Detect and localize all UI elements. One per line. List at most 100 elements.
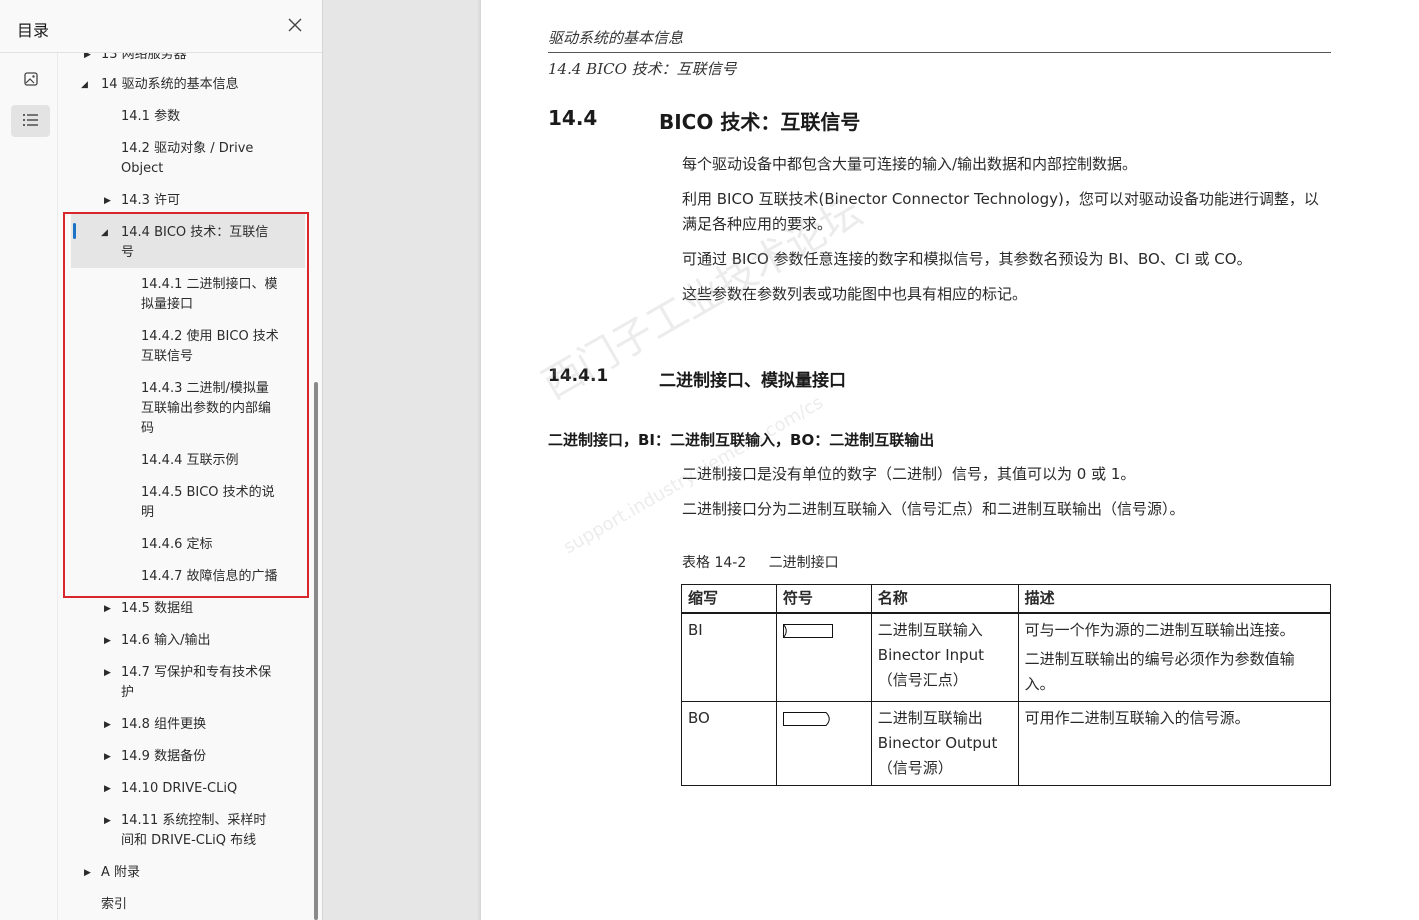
toc-item-label: 互联信号 — [141, 349, 194, 364]
name-line: （信号汇点） — [877, 670, 968, 689]
toc-item-label: 14.4.1 二进制接口、模 — [141, 277, 278, 292]
toc-item-14-5[interactable]: 14.5 数据组 — [121, 599, 193, 619]
table-caption-title: 二进制接口 — [768, 555, 839, 571]
intro-paragraph: 可通过 BICO 参数任意连接的数字和模拟信号，其参数名预设为 BI、BO、CI… — [682, 250, 1252, 268]
toc-item-label: 14.11 系统控制、采样时 — [121, 813, 267, 828]
binector-output-symbol-icon — [782, 711, 830, 726]
toc-item-label: 14.4 BICO 技术：互联信 — [121, 225, 269, 240]
header-rule — [548, 52, 1331, 53]
expand-arrow-icon[interactable]: ▶ — [104, 747, 111, 767]
toc-item-label: 14.7 写保护和专有技术保 — [121, 665, 272, 680]
toc-item-label: 14.4.2 使用 BICO 技术 — [141, 329, 279, 344]
sidebar-header: 目录 — [0, 0, 322, 53]
table-header-cell: 缩写 — [681, 584, 777, 614]
toc-item-14-2[interactable]: 14.2 驱动对象 / Drive Object — [121, 139, 253, 179]
toc-item-14-10[interactable]: 14.10 DRIVE-CLiQ — [121, 779, 237, 799]
running-subheader: 14.4 BICO 技术：互联信号 — [548, 60, 737, 78]
toc-item-14-4-6[interactable]: 14.4.6 定标 — [141, 535, 212, 555]
table-header-cell: 名称 — [870, 584, 1019, 614]
outline-view-button[interactable] — [11, 105, 50, 137]
table-cell-desc: 可与一个作为源的二进制互联输出连接。 二进制互联输出的编号必须作为参数值输入。 — [1017, 612, 1332, 702]
toc-item-14-4-4[interactable]: 14.4.4 互联示例 — [141, 451, 238, 471]
toc-item-index[interactable]: 索引 — [101, 895, 127, 915]
toc-item-label: 间和 DRIVE-CLiQ 布线 — [121, 833, 257, 848]
toc-item-label: 14.4.3 二进制/模拟量 — [141, 381, 269, 396]
table-caption: 表格 14-2 二进制接口 — [682, 552, 857, 572]
toc-tree: ▶ 13 网络服务器 ◢ 14 驱动系统的基本信息 14.1 参数 14.2 驱… — [59, 53, 313, 920]
thumbnail-view-button[interactable] — [11, 65, 50, 97]
expand-arrow-icon[interactable]: ▶ — [104, 811, 111, 831]
table-cell-abbr: BI — [681, 612, 777, 702]
toc-item-label: 号 — [121, 245, 135, 260]
toc-item-label: 明 — [141, 505, 155, 520]
table-header-cell: 描述 — [1017, 584, 1332, 614]
toc-item-14-3[interactable]: 14.3 许可 — [121, 191, 180, 211]
toc-item-14-4-3[interactable]: 14.4.3 二进制/模拟量 互联输出参数的内部编 码 — [141, 379, 271, 439]
table-row: BI 二进制互联输入 Binector Input （信号汇点） 可与一个作为源… — [681, 612, 1332, 702]
expand-arrow-icon[interactable]: ▶ — [104, 191, 111, 211]
toc-item-14-6[interactable]: 14.6 输入/输出 — [121, 631, 210, 651]
expand-arrow-icon[interactable]: ▶ — [104, 663, 111, 683]
desc-line: 可与一个作为源的二进制互联输出连接。 — [1024, 620, 1295, 639]
expand-arrow-icon[interactable]: ▶ — [84, 53, 91, 65]
table-cell-name: 二进制互联输入 Binector Input （信号汇点） — [870, 612, 1019, 702]
bold-heading: 二进制接口，BI：二进制互联输入，BO：二进制互联输出 — [548, 431, 935, 449]
toc-selection-indicator — [73, 223, 76, 239]
expand-arrow-icon[interactable]: ▶ — [104, 715, 111, 735]
section-number: 14.4 — [548, 106, 598, 130]
table-header-row: 缩写 符号 名称 描述 — [681, 584, 1332, 614]
toc-item-14-8[interactable]: 14.8 组件更换 — [121, 715, 206, 735]
subsection-number: 14.4.1 — [548, 366, 609, 386]
toc-item-label: 14.4.5 BICO 技术的说 — [141, 485, 275, 500]
toc-item-13[interactable]: 13 网络服务器 — [101, 53, 187, 65]
toc-item-label: Object — [121, 161, 164, 176]
collapse-arrow-icon[interactable]: ◢ — [81, 75, 88, 95]
expand-arrow-icon[interactable]: ▶ — [104, 599, 111, 619]
toc-sidebar: 目录 ▶ 13 网络服务器 ◢ 14 驱动系统的基本信息 14.1 参数 14.… — [0, 0, 323, 920]
toc-item-14-4-5[interactable]: 14.4.5 BICO 技术的说 明 — [141, 483, 275, 523]
sidebar-rail — [0, 53, 58, 920]
table-cell-symbol — [775, 700, 872, 786]
collapse-arrow-icon[interactable]: ◢ — [101, 223, 108, 243]
toc-item-14-4-7[interactable]: 14.4.7 故障信息的广播 — [141, 567, 277, 587]
toc-item-14-4-2[interactable]: 14.4.2 使用 BICO 技术 互联信号 — [141, 327, 279, 367]
toc-item-14-9[interactable]: 14.9 数据备份 — [121, 747, 206, 767]
toc-item-label: 码 — [141, 421, 155, 436]
table-cell-desc: 可用作二进制互联输入的信号源。 — [1017, 700, 1332, 786]
subsection-title: 二进制接口、模拟量接口 — [659, 371, 846, 391]
sidebar-title: 目录 — [17, 21, 50, 40]
toc-item-14-4[interactable]: 14.4 BICO 技术：互联信 号 — [121, 223, 268, 263]
table-cell-abbr: BO — [681, 700, 777, 786]
name-line: 二进制互联输入 — [877, 620, 983, 639]
toc-item-label: 互联输出参数的内部编 — [141, 401, 272, 416]
toc-item-14[interactable]: 14 驱动系统的基本信息 — [101, 75, 239, 95]
body-paragraph: 二进制接口是没有单位的数字（二进制）信号，其值可以为 0 或 1。 — [682, 465, 1136, 483]
desc-line: 二进制互联输出的编号必须作为参数值输入。 — [1024, 649, 1295, 693]
section-title: BICO 技术：互联信号 — [659, 110, 861, 134]
intro-paragraph: 每个驱动设备中都包含大量可连接的输入/输出数据和内部控制数据。 — [682, 155, 1138, 173]
name-line: Binector Output — [877, 733, 998, 752]
intro-paragraph: 利用 BICO 互联技术(Binector Connector Technolo… — [682, 190, 1319, 233]
toc-item-appendix[interactable]: A 附录 — [101, 863, 140, 883]
thumbnail-icon — [23, 71, 39, 91]
toc-item-14-7[interactable]: 14.7 写保护和专有技术保 护 — [121, 663, 271, 703]
expand-arrow-icon[interactable]: ▶ — [104, 779, 111, 799]
sidebar-scrollbar[interactable] — [314, 382, 318, 920]
intro-paragraph: 这些参数在参数列表或功能图中也具有相应的标记。 — [682, 285, 1028, 303]
toc-item-label: 拟量接口 — [141, 297, 194, 312]
name-line: 二进制互联输出 — [877, 708, 983, 727]
toc-item-14-11[interactable]: 14.11 系统控制、采样时 间和 DRIVE-CLiQ 布线 — [121, 811, 266, 851]
expand-arrow-icon[interactable]: ▶ — [104, 631, 111, 651]
binector-table: 缩写 符号 名称 描述 BI 二进制互联输入 Binector Input （信… — [681, 584, 1332, 786]
table-row: BO 二进制互联输出 Binector Output （信号源） 可用作二进制互… — [681, 700, 1332, 786]
toc-item-14-4-1[interactable]: 14.4.1 二进制接口、模 拟量接口 — [141, 275, 277, 315]
expand-arrow-icon[interactable]: ▶ — [84, 863, 91, 883]
table-caption-number: 表格 14-2 — [682, 555, 747, 571]
toc-item-label: 14.2 驱动对象 / Drive — [121, 141, 254, 156]
document-page: 驱动系统的基本信息 14.4 BICO 技术：互联信号 14.4 BICO 技术… — [481, 0, 1419, 920]
table-cell-symbol — [775, 612, 872, 702]
outline-list-icon — [22, 112, 40, 131]
toc-item-14-1[interactable]: 14.1 参数 — [121, 107, 180, 127]
close-icon[interactable] — [284, 14, 306, 36]
name-line: Binector Input — [877, 645, 985, 664]
